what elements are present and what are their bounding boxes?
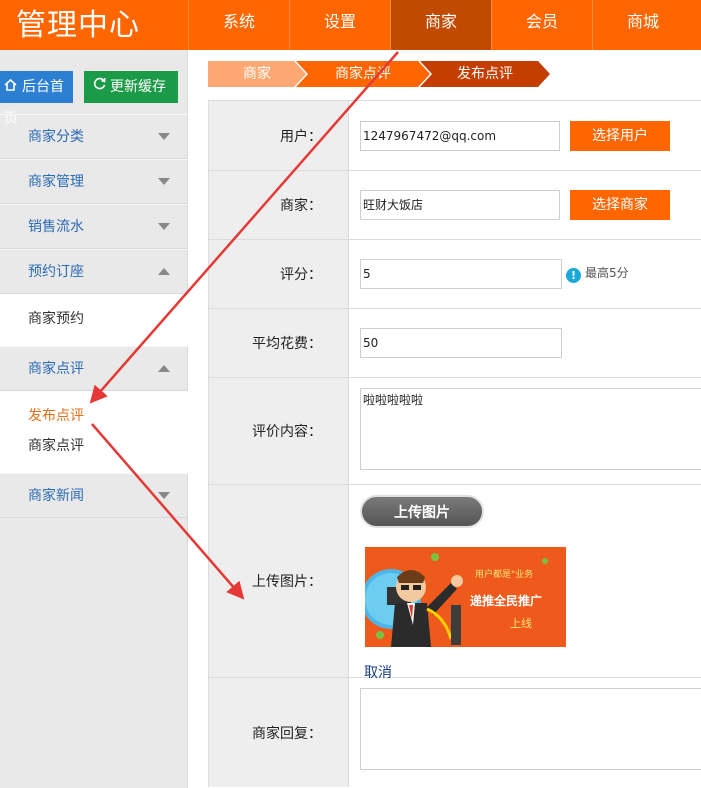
brand-title: 管理中心 bbox=[16, 8, 140, 43]
sidebar-group-label: 销售流水 bbox=[28, 219, 84, 235]
chevron-up-icon bbox=[158, 268, 170, 275]
chevron-down-icon bbox=[158, 178, 170, 185]
refresh-cache-button[interactable]: 更新缓存 bbox=[84, 71, 178, 103]
form-row-user: 用户： 1247967472@qq.com 选择用户 bbox=[209, 101, 701, 171]
form-row-upload: 上传图片： 上传图片 用户都是"业务 递推全民推广 上线 取消 bbox=[209, 485, 701, 681]
form-row-merchant: 商家： 旺财大饭店 选择商家 bbox=[209, 171, 701, 240]
sidebar-group-label: 商家新闻 bbox=[28, 488, 84, 504]
form-row-content: 评价内容： 啦啦啦啦啦 bbox=[209, 378, 701, 485]
sidebar-submenu-reservation: 商家预约 bbox=[0, 294, 188, 346]
refresh-cache-label: 更新缓存 bbox=[110, 79, 166, 95]
breadcrumb-item[interactable]: 商家 bbox=[208, 61, 306, 87]
sidebar-group-label: 商家点评 bbox=[28, 361, 84, 377]
home-button[interactable]: 后台首页 bbox=[0, 71, 73, 127]
chevron-up-icon bbox=[158, 365, 170, 372]
sidebar-item-merchant-reservation[interactable]: 商家预约 bbox=[28, 304, 188, 334]
tab-merchant[interactable]: 商家 bbox=[390, 0, 491, 50]
sidebar-group-label: 商家分类 bbox=[28, 129, 84, 145]
sidebar-group-merchant-review[interactable]: 商家点评 bbox=[0, 346, 188, 391]
refresh-icon bbox=[92, 71, 110, 103]
select-user-button[interactable]: 选择用户 bbox=[570, 121, 670, 151]
sidebar-group-merchant-management[interactable]: 商家管理 bbox=[0, 159, 188, 204]
sidebar-group-reservation[interactable]: 预约订座 bbox=[0, 249, 188, 294]
merchant-field[interactable]: 旺财大饭店 bbox=[360, 190, 560, 220]
breadcrumb-item-current: 发布点评 bbox=[420, 61, 550, 87]
content-label: 评价内容： bbox=[209, 378, 349, 484]
upload-image-button[interactable]: 上传图片 bbox=[360, 495, 484, 528]
average-cost-label: 平均花费： bbox=[209, 309, 349, 377]
form-row-score: 评分： 5 ! 最高5分 bbox=[209, 240, 701, 309]
image-text-2: 递推全民推广 bbox=[470, 593, 542, 608]
uploaded-image: 用户都是"业务 递推全民推广 上线 bbox=[365, 547, 566, 647]
sidebar-group-label: 商家管理 bbox=[28, 174, 84, 190]
form-row-average-cost: 平均花费： 50 bbox=[209, 309, 701, 378]
breadcrumb-item[interactable]: 商家点评 bbox=[296, 61, 430, 87]
header: 管理中心 系统 设置 商家 会员 商城 bbox=[0, 0, 701, 50]
chevron-down-icon bbox=[158, 492, 170, 499]
chevron-down-icon bbox=[158, 223, 170, 230]
review-content-textarea[interactable]: 啦啦啦啦啦 bbox=[360, 388, 701, 470]
sidebar-group-label: 预约订座 bbox=[28, 264, 84, 280]
select-merchant-button[interactable]: 选择商家 bbox=[570, 190, 670, 220]
home-icon bbox=[4, 71, 22, 103]
user-field[interactable]: 1247967472@qq.com bbox=[360, 121, 560, 151]
merchant-label: 商家： bbox=[209, 171, 349, 239]
reply-label: 商家回复： bbox=[209, 678, 349, 787]
chevron-down-icon bbox=[158, 133, 170, 140]
tab-member[interactable]: 会员 bbox=[491, 0, 592, 50]
form-row-reply: 商家回复： bbox=[209, 678, 701, 787]
sidebar-group-sales-flow[interactable]: 销售流水 bbox=[0, 204, 188, 249]
image-text-3: 上线 bbox=[510, 616, 532, 630]
tab-settings[interactable]: 设置 bbox=[289, 0, 390, 50]
sidebar-group-merchant-news[interactable]: 商家新闻 bbox=[0, 473, 188, 518]
score-label: 评分： bbox=[209, 240, 349, 308]
sidebar-item-merchant-review[interactable]: 商家点评 bbox=[28, 431, 188, 461]
sidebar-group-merchant-category[interactable]: 商家分类 bbox=[0, 114, 188, 159]
top-nav: 系统 设置 商家 会员 商城 bbox=[188, 0, 693, 50]
score-field[interactable]: 5 bbox=[360, 259, 562, 289]
score-hint: ! 最高5分 bbox=[566, 264, 629, 283]
sidebar-menu: 商家分类 商家管理 销售流水 预约订座 商家预约 商家点评 发布点评 商家点评 … bbox=[0, 114, 188, 518]
sidebar-item-publish-review[interactable]: 发布点评 bbox=[28, 401, 188, 431]
merchant-reply-textarea[interactable] bbox=[360, 688, 701, 770]
sidebar: 后台首页 更新缓存 商家分类 商家管理 销售流水 预约订座 商家预约 商家点评 bbox=[0, 50, 188, 788]
average-cost-field[interactable]: 50 bbox=[360, 328, 562, 358]
upload-label: 上传图片： bbox=[209, 485, 349, 677]
image-text-1: 用户都是"业务 bbox=[475, 568, 533, 580]
sidebar-submenu-review: 发布点评 商家点评 bbox=[0, 391, 188, 473]
user-label: 用户： bbox=[209, 101, 349, 170]
review-form: 用户： 1247967472@qq.com 选择用户 商家： 旺财大饭店 选择商… bbox=[208, 100, 701, 787]
info-icon: ! bbox=[566, 268, 581, 283]
tab-system[interactable]: 系统 bbox=[188, 0, 289, 50]
score-hint-text: 最高5分 bbox=[585, 266, 629, 280]
tab-mall[interactable]: 商城 bbox=[592, 0, 693, 50]
